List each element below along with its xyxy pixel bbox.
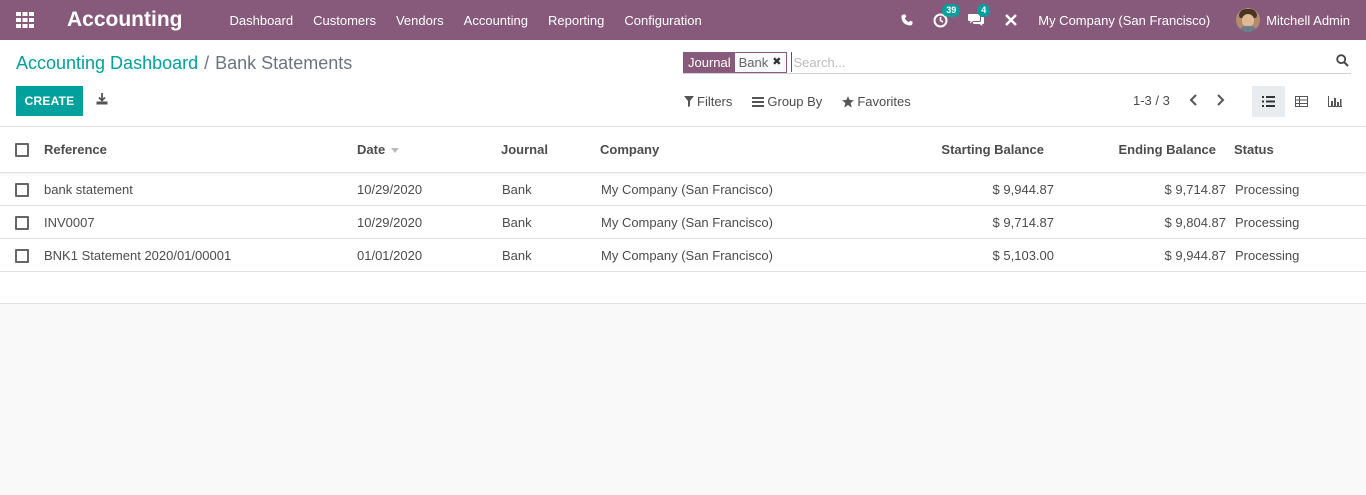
cell-journal: Bank xyxy=(502,215,532,230)
bank-statements-table: Reference Date Journal Company Starting … xyxy=(0,127,1366,304)
chevron-right-icon[interactable] xyxy=(1216,94,1226,109)
cell-reference: BNK1 Statement 2020/01/00001 xyxy=(44,248,232,263)
download-icon[interactable] xyxy=(96,93,108,108)
cell-reference: INV0007 xyxy=(44,215,95,230)
activity-count-badge: 39 xyxy=(942,3,961,17)
table-row[interactable]: BNK1 Statement 2020/01/00001 01/01/2020 … xyxy=(0,239,1366,272)
top-navbar: Accounting Dashboard Customers Vendors A… xyxy=(0,0,1366,40)
filters-button[interactable]: Filters xyxy=(684,94,732,109)
cell-company: My Company (San Francisco) xyxy=(601,215,773,230)
column-date[interactable]: Date xyxy=(357,142,400,157)
search-input[interactable] xyxy=(790,52,1351,72)
breadcrumb-accounting-dashboard[interactable]: Accounting Dashboard xyxy=(16,53,198,74)
select-all-checkbox[interactable] xyxy=(15,143,29,157)
cell-starting-balance: $ 5,103.00 xyxy=(992,248,1054,263)
column-ending-balance[interactable]: Ending Balance xyxy=(1118,142,1216,157)
list-view-icon[interactable] xyxy=(1252,86,1285,117)
cell-status: Processing xyxy=(1235,182,1300,197)
cell-date: 10/29/2020 xyxy=(357,215,423,230)
user-menu[interactable]: Mitchell Admin xyxy=(1266,13,1350,28)
chat-icon[interactable]: 4 xyxy=(968,4,991,27)
search-facet-journal: Journal Bank ✖ xyxy=(683,51,787,73)
filter-icon xyxy=(684,96,694,107)
menu-reporting[interactable]: Reporting xyxy=(548,13,604,28)
breadcrumb: Accounting Dashboard / Bank Statements xyxy=(16,53,352,74)
filters-label: Filters xyxy=(697,94,733,109)
cell-ending-balance: $ 9,804.87 xyxy=(1164,215,1226,230)
breadcrumb-separator: / xyxy=(204,53,210,73)
pager-value[interactable]: 1-3 / 3 xyxy=(1133,93,1170,108)
row-checkbox[interactable] xyxy=(15,249,29,263)
cell-starting-balance: $ 9,714.87 xyxy=(992,215,1054,230)
search-icon[interactable] xyxy=(1336,54,1349,70)
avatar[interactable] xyxy=(1236,8,1261,32)
cell-journal: Bank xyxy=(502,248,532,263)
column-journal[interactable]: Journal xyxy=(501,142,548,157)
systray: 39 4 My Company (San Francisco) Mitchell… xyxy=(901,0,1366,40)
control-panel: Accounting Dashboard / Bank Statements J… xyxy=(0,40,1366,127)
table-header: Reference Date Journal Company Starting … xyxy=(0,127,1366,173)
groupby-label: Group By xyxy=(767,94,823,109)
facet-remove-icon[interactable]: ✖ xyxy=(772,53,781,72)
cell-status: Processing xyxy=(1235,215,1300,230)
page-title: Bank Statements xyxy=(215,53,353,73)
column-status[interactable]: Status xyxy=(1234,142,1274,157)
list-bars-icon xyxy=(752,96,765,107)
phone-icon[interactable] xyxy=(901,14,913,26)
menu-dashboard[interactable]: Dashboard xyxy=(230,13,294,28)
cell-date: 01/01/2020 xyxy=(357,248,423,263)
cell-journal: Bank xyxy=(502,182,532,197)
apps-grid-icon[interactable] xyxy=(0,0,50,40)
table-row[interactable]: bank statement 10/29/2020 Bank My Compan… xyxy=(0,173,1366,206)
main-menu: Dashboard Customers Vendors Accounting R… xyxy=(230,13,722,28)
column-starting-balance[interactable]: Starting Balance xyxy=(941,142,1044,157)
column-company[interactable]: Company xyxy=(600,142,659,157)
app-title[interactable]: Accounting xyxy=(67,8,183,32)
pivot-view-icon[interactable] xyxy=(1285,86,1318,117)
debug-wrench-icon[interactable] xyxy=(1004,13,1018,27)
column-reference[interactable]: Reference xyxy=(44,142,107,157)
cell-company: My Company (San Francisco) xyxy=(601,248,773,263)
messages-count-badge: 4 xyxy=(977,4,991,17)
cell-ending-balance: $ 9,944.87 xyxy=(1164,248,1226,263)
cell-reference: bank statement xyxy=(44,182,133,197)
groupby-button[interactable]: Group By xyxy=(752,94,822,109)
cell-ending-balance: $ 9,714.87 xyxy=(1164,182,1226,197)
cell-date: 10/29/2020 xyxy=(357,182,423,197)
favorites-button[interactable]: Favorites xyxy=(842,94,911,109)
cell-company: My Company (San Francisco) xyxy=(601,182,773,197)
row-checkbox[interactable] xyxy=(15,216,29,230)
search-bar: Journal Bank ✖ xyxy=(683,51,1351,74)
chevron-left-icon[interactable] xyxy=(1188,94,1198,109)
table-row[interactable]: INV0007 10/29/2020 Bank My Company (San … xyxy=(0,206,1366,239)
menu-accounting[interactable]: Accounting xyxy=(464,13,528,28)
favorites-label: Favorites xyxy=(857,94,911,109)
menu-customers[interactable]: Customers xyxy=(313,13,376,28)
menu-vendors[interactable]: Vendors xyxy=(396,13,444,28)
activity-clock-icon[interactable]: 39 xyxy=(933,3,961,28)
cell-status: Processing xyxy=(1235,248,1300,263)
create-button[interactable]: CREATE xyxy=(16,86,83,116)
cell-starting-balance: $ 9,944.87 xyxy=(992,182,1054,197)
company-switcher[interactable]: My Company (San Francisco) xyxy=(1038,13,1210,28)
view-switcher xyxy=(1252,86,1351,117)
search-options: Filters Group By Favorites xyxy=(684,94,931,109)
facet-value: Bank xyxy=(738,54,769,70)
menu-configuration[interactable]: Configuration xyxy=(624,13,701,28)
star-icon xyxy=(842,95,855,107)
sort-caret-icon xyxy=(391,148,400,154)
facet-label: Journal xyxy=(684,52,735,72)
graph-view-icon[interactable] xyxy=(1318,86,1351,117)
column-date-label: Date xyxy=(357,142,386,157)
row-checkbox[interactable] xyxy=(15,183,29,197)
